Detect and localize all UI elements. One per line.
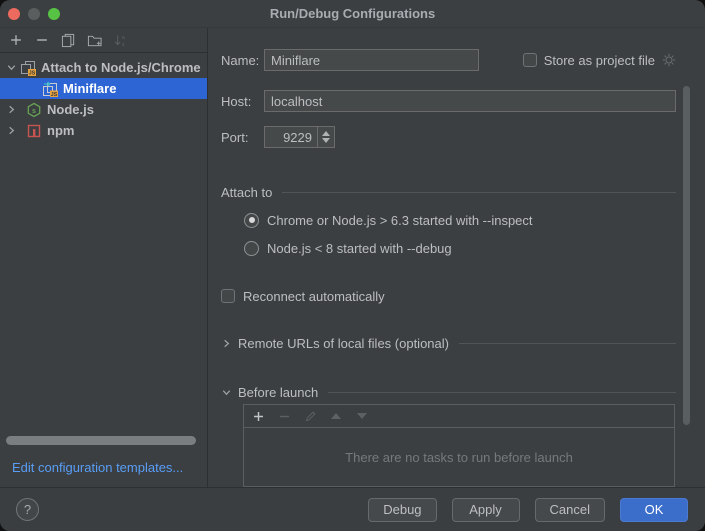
store-as-project-file-group: Store as project file — [523, 53, 676, 68]
chevron-right-icon[interactable] — [6, 125, 20, 136]
before-launch-section-header[interactable]: Before launch — [221, 381, 676, 403]
attach-config-icon: JS — [42, 81, 58, 97]
sort-icon[interactable]: az — [112, 32, 128, 48]
name-row: Name: Store as project file — [221, 49, 676, 71]
separator — [459, 343, 676, 344]
debug-button[interactable]: Debug — [368, 498, 436, 522]
configurations-sidebar: az JS Attach to Node.js/Chrome JS — [0, 28, 208, 487]
chevron-right-icon[interactable] — [221, 338, 232, 349]
chevron-down-icon[interactable] — [221, 387, 232, 398]
copy-icon[interactable] — [60, 32, 76, 48]
before-launch-empty-message: There are no tasks to run before launch — [244, 428, 674, 486]
window-controls — [8, 8, 60, 20]
host-row: Host: — [221, 90, 676, 112]
svg-text:JS: JS — [51, 91, 58, 96]
close-window-button[interactable] — [8, 8, 20, 20]
before-launch-task-list: There are no tasks to run before launch — [243, 404, 675, 487]
zoom-window-button[interactable] — [48, 8, 60, 20]
reconnect-label: Reconnect automatically — [243, 289, 385, 304]
add-icon[interactable] — [8, 32, 24, 48]
apply-button[interactable]: Apply — [452, 498, 520, 522]
tree-item-label: Attach to Node.js/Chrome — [41, 60, 201, 75]
configuration-form: Name: Store as project file Host: Port: — [208, 28, 705, 487]
before-launch-toolbar — [244, 405, 674, 428]
reconnect-row[interactable]: Reconnect automatically — [221, 285, 676, 307]
remote-urls-title: Remote URLs of local files (optional) — [238, 336, 449, 351]
edit-icon[interactable] — [303, 409, 317, 423]
configurations-tree: JS Attach to Node.js/Chrome JS Miniflare — [0, 57, 207, 141]
footer-buttons: Debug Apply Cancel OK — [368, 498, 688, 522]
attach-option-label: Chrome or Node.js > 6.3 started with --i… — [267, 213, 533, 228]
tree-item-attach-to-nodejs-chrome[interactable]: JS Attach to Node.js/Chrome — [0, 57, 207, 78]
title-bar: Run/Debug Configurations — [0, 0, 705, 28]
attach-nodejs-chrome-icon: JS — [20, 60, 36, 76]
sidebar-horizontal-scrollbar[interactable] — [6, 436, 196, 445]
tree-item-label: npm — [47, 123, 74, 138]
svg-text:s: s — [32, 107, 36, 114]
tree-item-label: Node.js — [47, 102, 94, 117]
move-down-icon[interactable] — [355, 409, 369, 423]
dialog-content: az JS Attach to Node.js/Chrome JS — [0, 28, 705, 487]
nodejs-icon: s — [26, 102, 42, 118]
tree-item-nodejs[interactable]: s Node.js — [0, 99, 207, 120]
move-up-icon[interactable] — [329, 409, 343, 423]
attach-option-label: Node.js < 8 started with --debug — [267, 241, 452, 256]
port-input[interactable] — [265, 127, 317, 147]
minimize-window-button[interactable] — [28, 8, 40, 20]
tree-item-miniflare[interactable]: JS Miniflare — [0, 78, 207, 99]
ok-button[interactable]: OK — [620, 498, 688, 522]
npm-icon — [26, 123, 42, 139]
chevron-right-icon[interactable] — [6, 104, 20, 115]
separator — [282, 192, 676, 193]
attach-to-section-header: Attach to — [221, 181, 676, 203]
store-as-project-file-label: Store as project file — [544, 53, 655, 68]
separator — [328, 392, 676, 393]
tree-item-npm[interactable]: npm — [0, 120, 207, 141]
new-folder-icon[interactable] — [86, 32, 102, 48]
gear-icon[interactable] — [662, 53, 676, 67]
port-label: Port: — [221, 130, 264, 145]
before-launch-title: Before launch — [238, 385, 318, 400]
help-button[interactable]: ? — [16, 498, 39, 521]
host-input[interactable] — [264, 90, 676, 112]
run-debug-configurations-dialog: Run/Debug Configurations az — [0, 0, 705, 531]
spinner-down-icon[interactable] — [322, 138, 330, 143]
cancel-button[interactable]: Cancel — [535, 498, 605, 522]
form-vertical-scrollbar[interactable] — [683, 86, 690, 425]
svg-text:z: z — [121, 42, 124, 48]
edit-configuration-templates-link[interactable]: Edit configuration templates... — [12, 460, 183, 475]
attach-option-inspect[interactable]: Chrome or Node.js > 6.3 started with --i… — [244, 209, 676, 231]
dialog-footer: ? Debug Apply Cancel OK — [0, 487, 705, 531]
tree-item-label: Miniflare — [63, 81, 116, 96]
attach-to-title: Attach to — [221, 185, 272, 200]
attach-option-debug[interactable]: Node.js < 8 started with --debug — [244, 237, 676, 259]
radio-selected-icon[interactable] — [244, 213, 259, 228]
reconnect-checkbox[interactable] — [221, 289, 235, 303]
remove-icon[interactable] — [277, 409, 291, 423]
svg-text:JS: JS — [29, 70, 36, 75]
port-spinner[interactable] — [317, 127, 334, 147]
chevron-down-icon[interactable] — [6, 62, 20, 73]
store-as-project-file-checkbox[interactable] — [523, 53, 537, 67]
remote-urls-section-header[interactable]: Remote URLs of local files (optional) — [221, 332, 676, 354]
port-row: Port: — [221, 126, 676, 148]
name-label: Name: — [221, 53, 264, 68]
host-label: Host: — [221, 94, 264, 109]
port-stepper — [264, 126, 335, 148]
remove-icon[interactable] — [34, 32, 50, 48]
name-input[interactable] — [264, 49, 479, 71]
svg-text:a: a — [121, 35, 125, 41]
sidebar-toolbar: az — [0, 28, 207, 53]
radio-unselected-icon[interactable] — [244, 241, 259, 256]
spinner-up-icon[interactable] — [322, 131, 330, 136]
add-icon[interactable] — [251, 409, 265, 423]
dialog-title: Run/Debug Configurations — [0, 6, 705, 21]
